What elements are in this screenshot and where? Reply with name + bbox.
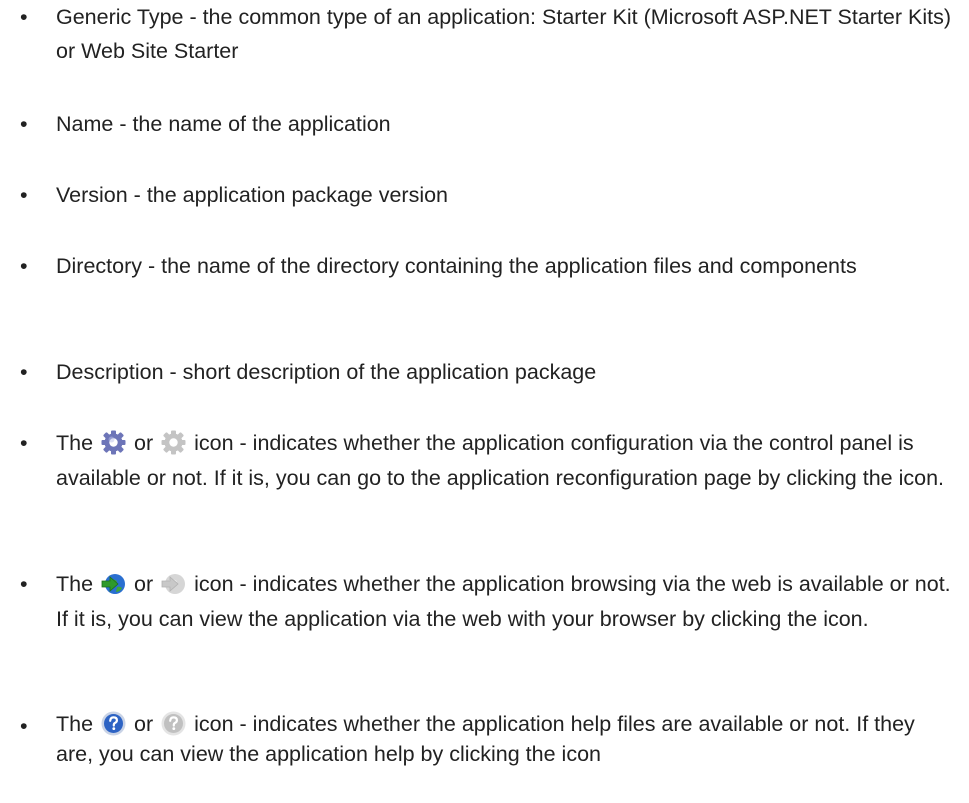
- item-text: Name - the name of the application: [56, 112, 391, 136]
- item-description: icon - indicates whether the application…: [56, 572, 951, 631]
- bullet: •: [20, 112, 28, 136]
- bullet: •: [20, 431, 28, 455]
- item-text: Directory - the name of the directory co…: [56, 254, 857, 278]
- document: • Generic Type - the common type of an a…: [0, 0, 969, 803]
- help-icon: [100, 710, 127, 737]
- item-text: The or icon - indicates whether the appl…: [56, 567, 956, 637]
- item-text: Description - short description of the a…: [56, 360, 597, 384]
- item-or: or: [134, 572, 154, 596]
- gear-icon: [100, 429, 127, 456]
- web-browse-disabled-icon: [160, 570, 187, 597]
- item-prefix: The: [56, 572, 94, 596]
- bullet: •: [20, 5, 28, 29]
- gear-disabled-icon: [160, 429, 187, 456]
- item-or: or: [134, 431, 154, 455]
- item-or: or: [134, 712, 154, 736]
- item-text: Generic Type - the common type of an app…: [56, 5, 952, 63]
- web-browse-icon: [100, 570, 127, 597]
- help-disabled-icon: [160, 710, 187, 737]
- bullet: •: [20, 254, 28, 278]
- bullet: •: [20, 714, 28, 738]
- bullet: •: [20, 183, 28, 207]
- bullet: •: [20, 572, 28, 596]
- item-text: The or icon - indicates whether the appl…: [56, 709, 956, 769]
- item-text: Version - the application package versio…: [56, 183, 449, 207]
- item-prefix: The: [56, 712, 94, 736]
- item-text: The or icon - indicates whether the appl…: [56, 426, 956, 496]
- item-description: icon - indicates whether the application…: [56, 431, 945, 490]
- bullet: •: [20, 360, 28, 384]
- item-prefix: The: [56, 431, 94, 455]
